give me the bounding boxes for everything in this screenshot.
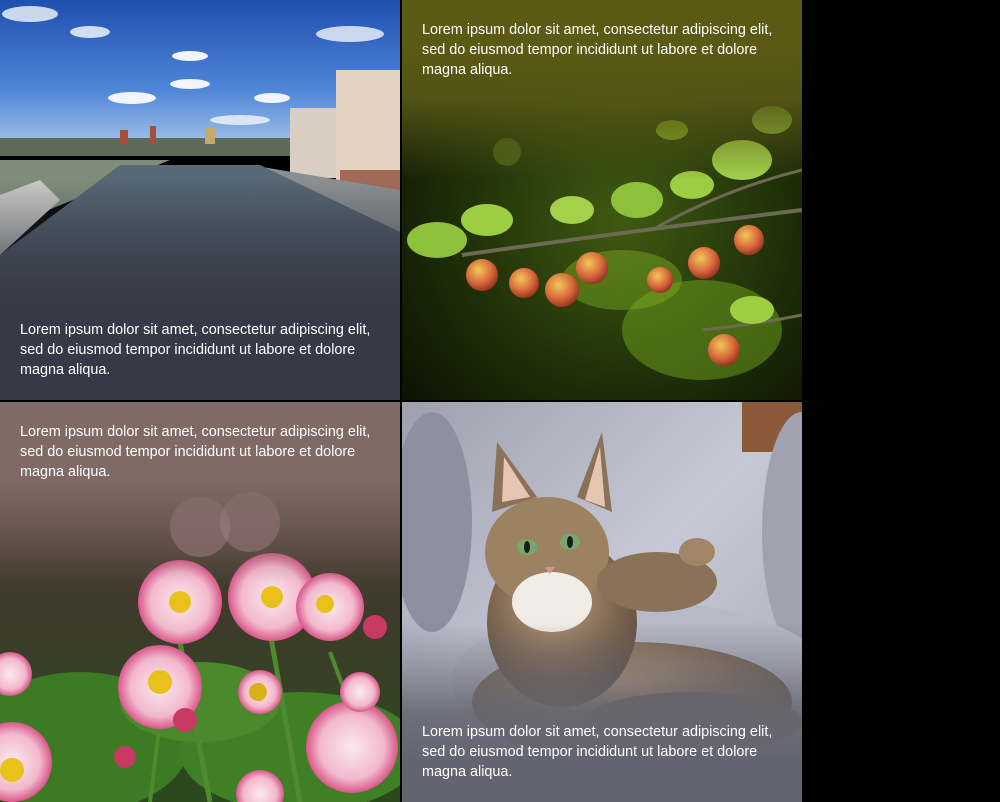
tile-city-river[interactable]: Lorem ipsum dolor sit amet, consectetur … [0,0,400,400]
tile-caption: Lorem ipsum dolor sit amet, consectetur … [20,424,371,480]
tile-caption: Lorem ipsum dolor sit amet, consectetur … [422,22,773,78]
tile-daisies[interactable]: Lorem ipsum dolor sit amet, consectetur … [0,402,400,802]
tile-caption: Lorem ipsum dolor sit amet, consectetur … [422,724,773,780]
tile-caption: Lorem ipsum dolor sit amet, consectetur … [20,322,371,378]
tile-cat[interactable]: Lorem ipsum dolor sit amet, consectetur … [402,402,802,802]
image-grid: Lorem ipsum dolor sit amet, consectetur … [0,0,802,802]
tile-gooseberry[interactable]: Lorem ipsum dolor sit amet, consectetur … [402,0,802,400]
